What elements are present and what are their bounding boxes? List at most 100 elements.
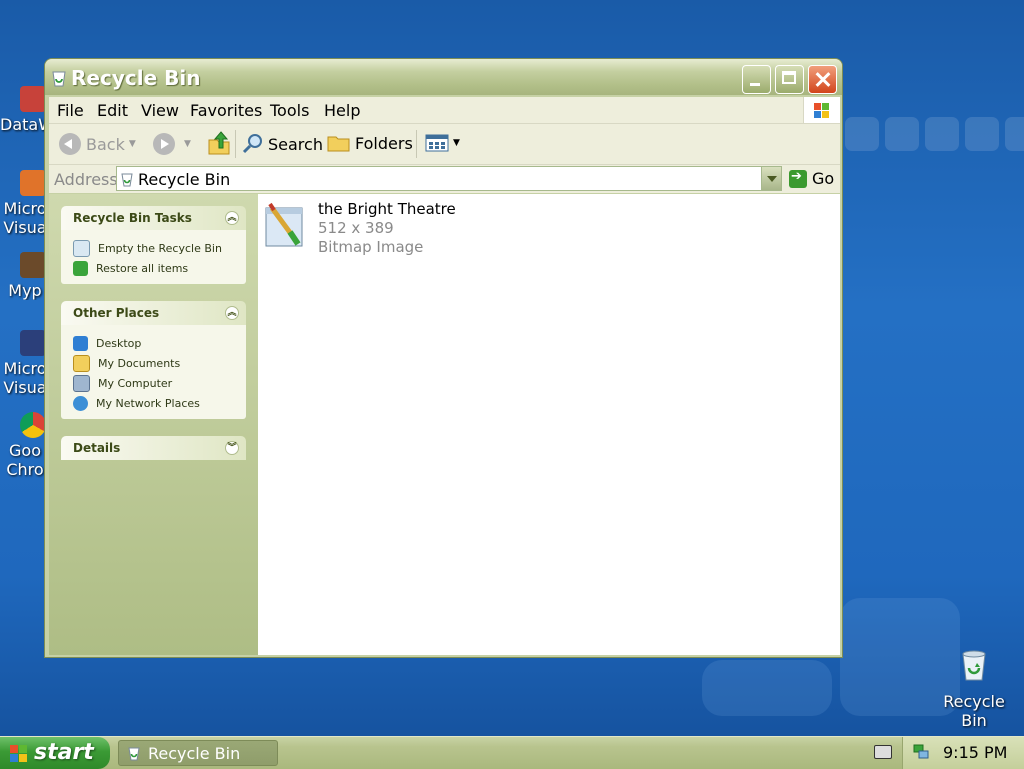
- chevron-down-icon: ▼: [453, 138, 460, 148]
- panel-title: Recycle Bin Tasks: [73, 211, 192, 225]
- up-folder-button[interactable]: [207, 130, 231, 156]
- chevron-down-icon: ▼: [184, 139, 191, 149]
- desktop-icon-label: Myp: [8, 281, 42, 300]
- maximize-button[interactable]: [775, 65, 804, 94]
- minimize-button[interactable]: [742, 65, 771, 94]
- panel-header[interactable]: Recycle Bin Tasks ︽: [61, 206, 246, 230]
- address-label: Address: [54, 170, 118, 189]
- chevron-up-icon[interactable]: ︽: [225, 306, 239, 320]
- start-button[interactable]: start: [0, 737, 110, 769]
- desktop-icon-label: Visua: [3, 378, 47, 397]
- address-dropdown-button[interactable]: [761, 167, 781, 190]
- taskbar-item-label: Recycle Bin: [148, 744, 241, 763]
- go-label: Go: [812, 169, 835, 188]
- menu-help[interactable]: Help: [324, 101, 360, 120]
- other-places-panel: Other Places ︽ Desktop My Documents My C…: [61, 301, 246, 419]
- desktop-icon-label: Bin: [961, 711, 987, 730]
- desktop-icon-visual-studio-2[interactable]: Micro Visua: [0, 330, 50, 397]
- menu-tools[interactable]: Tools: [270, 101, 309, 120]
- task-restore-all-items[interactable]: Restore all items: [73, 258, 246, 278]
- system-tray: 9:15 PM: [902, 737, 1024, 769]
- clock[interactable]: 9:15 PM: [943, 743, 1007, 762]
- place-my-network-places[interactable]: My Network Places: [73, 393, 246, 413]
- my-documents-icon: [73, 354, 90, 372]
- desktop-icon-label: Micro: [3, 199, 47, 218]
- desktop-icon-visual-studio-1[interactable]: Micro Visua: [0, 170, 50, 237]
- toolbar-separator: [235, 130, 236, 158]
- network-icon[interactable]: [913, 744, 929, 760]
- place-label: My Network Places: [96, 396, 200, 410]
- file-dimensions: 512 x 389: [318, 219, 394, 237]
- back-button[interactable]: Back ▼: [59, 133, 136, 155]
- window-body: Recycle Bin Tasks ︽ Empty the Recycle Bi…: [49, 194, 840, 655]
- title-bar[interactable]: Recycle Bin: [45, 59, 842, 95]
- chevron-up-icon[interactable]: ︽: [225, 211, 239, 225]
- keyboard-icon[interactable]: [874, 745, 892, 759]
- panel-body: Desktop My Documents My Computer My Netw…: [61, 325, 246, 419]
- recycle-bin-tasks-panel: Recycle Bin Tasks ︽ Empty the Recycle Bi…: [61, 206, 246, 284]
- folders-button[interactable]: Folders: [327, 133, 413, 153]
- panel-header[interactable]: Details ︾: [61, 436, 246, 460]
- file-item[interactable]: the Bright Theatre 512 x 389 Bitmap Imag…: [264, 200, 456, 257]
- details-panel: Details ︾: [61, 436, 246, 460]
- taskbar-item-recycle-bin[interactable]: Recycle Bin: [118, 740, 278, 766]
- menu-bar: File Edit View Favorites Tools Help: [49, 97, 840, 124]
- views-button[interactable]: ▼: [425, 133, 460, 153]
- file-name: the Bright Theatre: [318, 200, 456, 218]
- place-desktop[interactable]: Desktop: [73, 333, 246, 353]
- bitmap-image-icon: [265, 202, 303, 247]
- shortcut-icon: [20, 170, 46, 196]
- toolbar: Back ▼ ▼ Search Folders ▼: [49, 124, 840, 165]
- search-icon: [242, 134, 262, 154]
- place-label: Desktop: [96, 336, 142, 350]
- task-empty-recycle-bin[interactable]: Empty the Recycle Bin: [73, 238, 246, 258]
- shortcut-icon: [20, 86, 46, 112]
- back-label: Back: [86, 134, 125, 154]
- start-label: start: [34, 740, 94, 765]
- recycle-bin-window: Recycle Bin File Edit View Favorites Too…: [44, 58, 843, 658]
- empty-bin-icon: [73, 239, 90, 257]
- panel-title: Details: [73, 441, 121, 455]
- desktop-icon-myp[interactable]: Myp: [0, 252, 50, 300]
- recycle-bin-icon: [128, 747, 140, 761]
- window-title: Recycle Bin: [71, 66, 201, 90]
- desktop-icon-label: Visua: [3, 218, 47, 237]
- windows-logo-icon: [10, 745, 28, 763]
- menu-favorites[interactable]: Favorites: [190, 101, 262, 120]
- place-my-documents[interactable]: My Documents: [73, 353, 246, 373]
- folder-icon: [327, 136, 350, 152]
- desktop-icon-label: DataW: [0, 115, 50, 134]
- task-label: Restore all items: [96, 261, 189, 275]
- file-type: Bitmap Image: [318, 238, 424, 256]
- menu-view[interactable]: View: [141, 101, 179, 120]
- task-label: Empty the Recycle Bin: [98, 241, 222, 255]
- panel-title: Other Places: [73, 306, 160, 320]
- menu-file[interactable]: File: [57, 101, 84, 120]
- panel-header[interactable]: Other Places ︽: [61, 301, 246, 325]
- windows-logo-icon: [803, 97, 840, 123]
- forward-arrow-icon: [153, 133, 175, 155]
- my-computer-icon: [73, 374, 90, 392]
- chrome-icon: [20, 412, 46, 438]
- place-my-computer[interactable]: My Computer: [73, 373, 246, 393]
- search-button[interactable]: Search: [241, 133, 323, 155]
- desktop-tiles: [845, 117, 1024, 151]
- folders-label: Folders: [355, 133, 413, 153]
- forward-button[interactable]: ▼: [153, 133, 191, 155]
- desktop-glow: [702, 660, 832, 716]
- desktop-icon-label: Goo: [9, 441, 41, 460]
- recycle-bin-icon: [121, 173, 133, 187]
- menu-edit[interactable]: Edit: [97, 101, 128, 120]
- go-button[interactable]: Go: [789, 169, 834, 188]
- recycle-bin-icon: [962, 650, 986, 681]
- close-button[interactable]: [808, 65, 837, 94]
- search-label: Search: [268, 134, 323, 154]
- back-arrow-icon: [59, 133, 81, 155]
- desktop-icon-datawindow[interactable]: DataW: [0, 86, 50, 134]
- desktop-icon-google-chrome[interactable]: Goo Chro: [0, 412, 50, 479]
- address-field[interactable]: Recycle Bin: [116, 166, 782, 191]
- chevron-down-icon[interactable]: ︾: [225, 441, 239, 455]
- shortcut-icon: [20, 330, 46, 356]
- desktop-icon-recycle-bin[interactable]: Recycle Bin: [940, 650, 1008, 730]
- file-list: the Bright Theatre 512 x 389 Bitmap Imag…: [258, 194, 840, 655]
